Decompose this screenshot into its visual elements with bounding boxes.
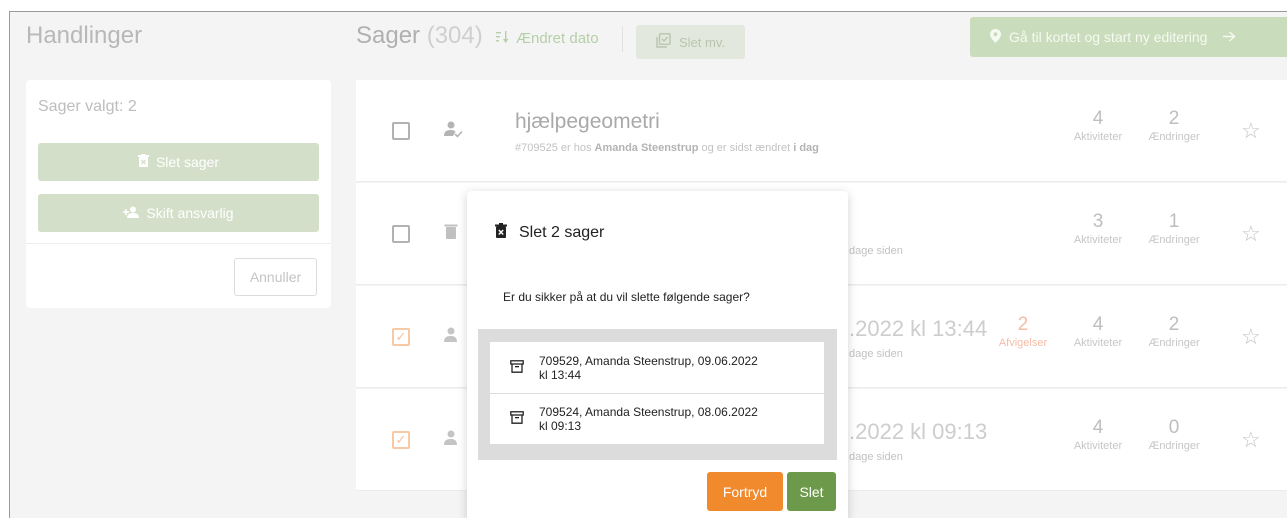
map-pin-icon <box>990 28 1001 46</box>
archive-icon <box>510 411 524 427</box>
header-separator <box>622 26 623 52</box>
sort-icon <box>496 30 510 47</box>
list-item-text: 709529, Amanda Steenstrup, 09.06.2022 kl… <box>539 354 758 382</box>
changes-count: 1 <box>1168 211 1180 232</box>
activities-count: 4 <box>1092 108 1104 129</box>
case-subtitle: #709525 er hos Amanda Steenstrup og er s… <box>515 142 819 154</box>
activities-count: 3 <box>1092 211 1104 232</box>
sort-label: Ændret dato <box>516 30 599 47</box>
changes-stat: 2 Ændringer <box>1134 108 1214 143</box>
changes-stat: 0 Ændringer <box>1134 417 1214 452</box>
dialog-case-list: 709529, Amanda Steenstrup, 09.06.2022 kl… <box>478 329 837 460</box>
list-item-line1: 709529, Amanda Steenstrup, 09.06.2022 <box>539 353 758 368</box>
favorite-star-icon[interactable]: ☆ <box>1241 324 1261 350</box>
case-changed: i dag <box>793 142 819 154</box>
person-check-icon <box>444 120 464 140</box>
add-person-icon <box>123 205 140 221</box>
changes-label: Ændringer <box>1148 440 1200 452</box>
activities-label: Aktiviteter <box>1073 337 1123 349</box>
select-multiple-icon <box>656 33 671 51</box>
changes-count: 2 <box>1168 108 1180 129</box>
activities-stat: 4 Aktiviteter <box>1058 417 1138 452</box>
selected-count-text: Sager valgt: 2 <box>38 98 137 115</box>
favorite-star-icon[interactable]: ☆ <box>1241 118 1261 144</box>
case-subtitle: dage siden <box>849 348 903 360</box>
changes-stat: 1 Ændringer <box>1134 211 1214 246</box>
delete-cases-dialog: Slet 2 sager Er du sikker på at du vil s… <box>467 191 848 518</box>
list-item-line1: 709524, Amanda Steenstrup, 08.06.2022 <box>539 405 758 419</box>
cancel-button[interactable]: Annuller <box>234 258 317 296</box>
sort-control[interactable]: Ændret dato <box>496 30 599 47</box>
errors-label: Afvigelser <box>998 337 1048 349</box>
cases-count: (304) <box>426 22 483 49</box>
case-title[interactable]: .2022 kl 13:44 <box>849 316 987 342</box>
changes-count: 2 <box>1168 314 1180 335</box>
errors-count: 2 <box>1017 314 1029 335</box>
activities-stat: 3 Aktiviteter <box>1058 211 1138 246</box>
go-to-map-label: Gå til kortet og start ny editering <box>1009 29 1208 45</box>
case-id-text: #709525 er hos <box>515 142 595 154</box>
case-row[interactable]: hjælpegeometri #709525 er hos Amanda Ste… <box>356 80 1287 182</box>
changes-label: Ændringer <box>1148 234 1200 246</box>
go-to-map-button[interactable]: Gå til kortet og start ny editering <box>970 17 1287 57</box>
case-subtitle: dage siden <box>849 451 903 463</box>
archive-icon <box>510 359 524 376</box>
actions-title: Handlinger <box>26 22 143 49</box>
case-checkbox[interactable] <box>392 122 410 140</box>
changes-label: Ændringer <box>1148 337 1200 349</box>
case-title[interactable]: .2022 kl 09:13 <box>849 419 987 445</box>
list-item-text: 709524, Amanda Steenstrup, 08.06.2022 kl… <box>539 405 758 433</box>
list-item-line2: kl 13:44 <box>539 367 582 382</box>
dialog-cancel-button[interactable]: Fortryd <box>707 472 783 511</box>
trash-icon <box>495 223 507 243</box>
bulk-actions-label: Slet mv. <box>679 34 725 50</box>
panel-divider <box>26 243 331 244</box>
activities-stat: 4 Aktiviteter <box>1058 108 1138 143</box>
change-owner-button[interactable]: Skift ansvarlig <box>38 194 319 232</box>
delete-cases-button[interactable]: Slet sager <box>38 143 319 181</box>
actions-panel: Sager valgt: 2 Slet sager Skift ansvarli… <box>26 80 331 308</box>
arrow-right-icon <box>1223 29 1237 45</box>
activities-stat: 4 Aktiviteter <box>1058 314 1138 349</box>
activities-label: Aktiviteter <box>1073 131 1123 143</box>
dialog-title: Slet 2 sager <box>519 224 605 241</box>
activities-count: 4 <box>1092 314 1104 335</box>
activities-count: 4 <box>1092 417 1104 438</box>
bulk-actions-button[interactable]: Slet mv. <box>636 25 745 59</box>
favorite-star-icon[interactable]: ☆ <box>1241 221 1261 247</box>
list-item: 709524, Amanda Steenstrup, 08.06.2022 kl… <box>490 393 824 444</box>
changes-count: 0 <box>1168 417 1180 438</box>
changes-label: Ændringer <box>1148 131 1200 143</box>
case-subtitle: dage siden <box>849 245 903 257</box>
activities-label: Aktiviteter <box>1073 440 1123 452</box>
list-item: 709529, Amanda Steenstrup, 09.06.2022 kl… <box>490 342 824 393</box>
case-sub-mid: og er sidst ændret <box>698 142 794 154</box>
trash-icon <box>444 223 464 243</box>
case-checkbox[interactable]: ✓ <box>392 431 410 449</box>
delete-cases-label: Slet sager <box>155 154 220 170</box>
person-icon <box>444 326 464 346</box>
change-owner-label: Skift ansvarlig <box>146 205 234 221</box>
dialog-header: Slet 2 sager <box>495 223 604 243</box>
case-checkbox[interactable]: ✓ <box>392 328 410 346</box>
errors-stat: 2 Afvigelser <box>983 314 1063 349</box>
dialog-question: Er du sikker på at du vil slette følgend… <box>503 290 750 304</box>
changes-stat: 2 Ændringer <box>1134 314 1214 349</box>
case-checkbox[interactable] <box>392 225 410 243</box>
favorite-star-icon[interactable]: ☆ <box>1241 427 1261 453</box>
dialog-confirm-delete-button[interactable]: Slet <box>787 472 836 511</box>
case-owner: Amanda Steenstrup <box>594 142 699 154</box>
list-item-line2: kl 09:13 <box>539 419 582 433</box>
activities-label: Aktiviteter <box>1073 234 1123 246</box>
case-title[interactable]: hjælpegeometri <box>515 110 660 134</box>
person-icon <box>444 429 464 449</box>
cases-title: Sager (304) <box>356 22 483 50</box>
trash-icon <box>137 154 149 170</box>
cases-title-text: Sager <box>356 22 421 49</box>
